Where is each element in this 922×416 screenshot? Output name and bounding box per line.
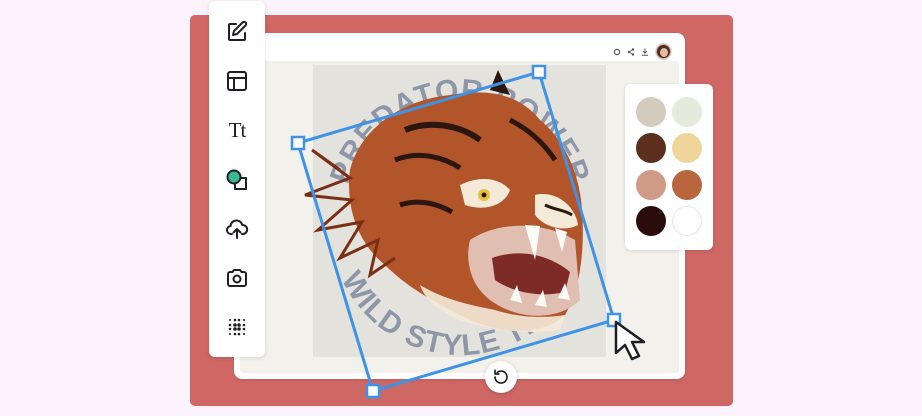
tool-sidebar: Tt bbox=[209, 1, 265, 357]
canvas-area bbox=[240, 61, 679, 373]
shapes-icon bbox=[226, 169, 247, 190]
editor-window bbox=[234, 33, 685, 379]
top-actions bbox=[613, 43, 672, 60]
cloud-upload-icon bbox=[226, 219, 249, 239]
color-swatch-pale-sage[interactable] bbox=[672, 97, 702, 127]
layout-tool[interactable] bbox=[223, 67, 251, 95]
share-icon[interactable] bbox=[627, 47, 635, 56]
color-swatch-dark-brown[interactable] bbox=[636, 133, 666, 163]
color-swatch-light-taupe[interactable] bbox=[636, 97, 666, 127]
download-icon[interactable] bbox=[641, 48, 649, 56]
upload-tool[interactable] bbox=[223, 215, 251, 243]
shapes-tool[interactable] bbox=[223, 166, 251, 194]
layout-panel-icon bbox=[227, 71, 247, 91]
pencil-square-icon bbox=[228, 20, 248, 41]
color-swatch-rust[interactable] bbox=[672, 170, 702, 200]
text-tool[interactable]: Tt bbox=[223, 116, 251, 144]
color-swatch-sand[interactable] bbox=[672, 133, 702, 163]
rotate-button[interactable] bbox=[485, 361, 517, 393]
color-swatch-near-black[interactable] bbox=[636, 206, 666, 236]
edit-tool[interactable] bbox=[223, 18, 251, 46]
text-type-icon: Tt bbox=[228, 117, 247, 142]
artboard[interactable] bbox=[313, 65, 606, 357]
photo-tool[interactable] bbox=[223, 264, 251, 292]
rotate-icon bbox=[494, 369, 508, 384]
user-avatar[interactable] bbox=[655, 43, 672, 60]
color-swatch-dusty-rose[interactable] bbox=[636, 170, 666, 200]
camera-icon bbox=[227, 269, 247, 287]
color-swatch-white[interactable] bbox=[672, 206, 702, 236]
settings-icon[interactable] bbox=[613, 48, 621, 56]
halftone-dots-icon bbox=[228, 318, 246, 336]
pattern-tool[interactable] bbox=[223, 313, 251, 341]
color-palette bbox=[625, 84, 713, 250]
